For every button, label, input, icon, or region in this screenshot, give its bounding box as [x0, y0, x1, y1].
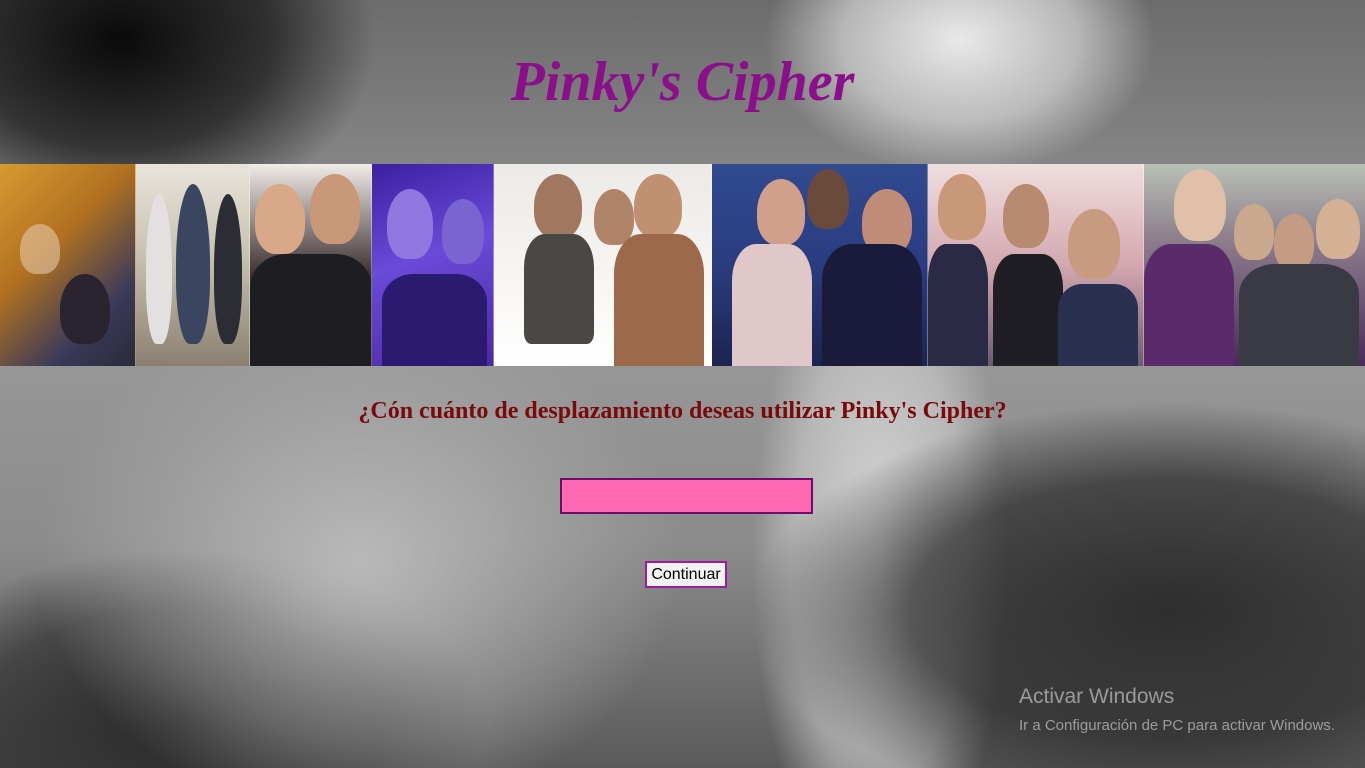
watermark-subtitle: Ir a Configuración de PC para activar Wi…: [1019, 717, 1335, 734]
photo-group-sofa: [0, 164, 136, 366]
photo-group-club: [712, 164, 928, 366]
shift-question: ¿Cón cuánto de desplazamiento deseas uti…: [358, 398, 1007, 424]
photo-group-table: [494, 164, 712, 366]
photo-selfie-two: [250, 164, 372, 366]
photo-group-standing: [136, 164, 250, 366]
shift-input[interactable]: [560, 478, 813, 514]
photo-group-outdoor: [1144, 164, 1365, 366]
photo-selfie-purple: [372, 164, 494, 366]
watermark-title: Activar Windows: [1019, 685, 1175, 708]
background-image: [0, 0, 1365, 768]
windows-activation-watermark: Activar Windows Ir a Configuración de PC…: [1019, 684, 1335, 736]
continue-button[interactable]: Continuar: [645, 561, 727, 588]
photo-group-party: [928, 164, 1144, 366]
photo-strip: [0, 164, 1365, 366]
page-title: Pinky's Cipher: [510, 51, 855, 113]
